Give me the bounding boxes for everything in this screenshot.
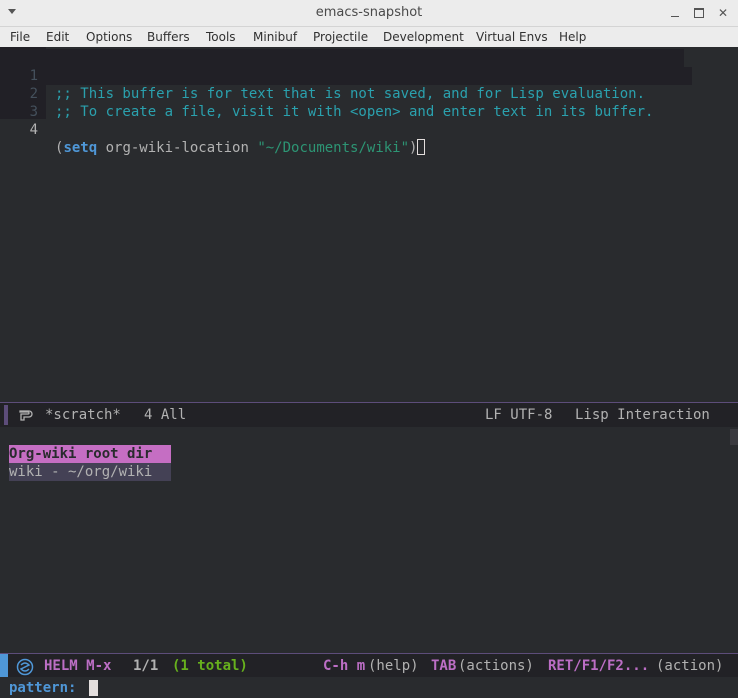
maximize-icon: [694, 8, 704, 18]
menu-bar: File Edit Options Buffers Tools Minibuf …: [0, 27, 738, 47]
setq-keyword: setq: [63, 140, 98, 156]
menu-options[interactable]: Options: [86, 27, 132, 47]
menu-edit[interactable]: Edit: [46, 27, 69, 47]
minibuffer-prompt: pattern:: [9, 680, 77, 696]
comment-highlight-band: [46, 67, 692, 85]
mode-line: *scratch* 4 All LF UTF-8 Lisp Interactio…: [0, 402, 738, 428]
variable-name: org-wiki-location: [97, 140, 258, 156]
menu-file[interactable]: File: [10, 27, 30, 47]
maximize-button[interactable]: [691, 5, 707, 21]
spacemacs-logo-icon: [16, 658, 34, 676]
buffer-position: 4 All: [144, 407, 187, 423]
menu-minibuf[interactable]: Minibuf: [253, 27, 297, 47]
editor-buffer[interactable]: 1 ;; This buffer is for text that is not…: [0, 47, 738, 402]
close-icon: ✕: [717, 6, 729, 20]
ret-key: RET/F1/F2...: [548, 658, 650, 674]
major-mode[interactable]: Lisp Interaction: [575, 406, 710, 424]
line-number: 4: [29, 122, 38, 138]
close-paren: ): [409, 140, 418, 156]
string-literal: "~/Documents/wiki": [257, 140, 410, 156]
scrollbar[interactable]: [730, 429, 738, 445]
ret-label: (action): [656, 658, 724, 674]
text-cursor: [417, 139, 426, 155]
spacemacs-hand-icon: [19, 410, 33, 421]
code-line: 4 (setq org-wiki-location "~/Documents/w…: [0, 103, 426, 156]
help-label: (help): [368, 658, 419, 674]
mode-line-accent: [4, 405, 8, 425]
menu-help[interactable]: Help: [559, 27, 586, 47]
helm-candidate[interactable]: wiki - ~/org/wiki: [9, 463, 171, 481]
comment-text: ;; This buffer is for text that is not s…: [55, 86, 646, 102]
encoding-indicator[interactable]: LF UTF-8: [485, 406, 552, 424]
helm-total: (1 total): [172, 658, 248, 674]
helm-mode-line-accent: [0, 654, 8, 678]
helm-name: HELM M-x: [44, 658, 112, 674]
helm-count: 1/1: [133, 658, 159, 674]
tab-label: (actions): [458, 658, 534, 674]
helm-mode-line: HELM M-x 1/1 (1 total) C-h m (help) TAB …: [0, 653, 738, 678]
code-line: 1 ;; This buffer is for text that is not…: [0, 49, 645, 102]
comment-text: ;; To create a file, visit it with <open…: [55, 104, 654, 120]
menu-tools[interactable]: Tools: [206, 27, 236, 47]
minibuffer-cursor: [89, 680, 98, 696]
menu-virtual-envs[interactable]: Virtual Envs: [476, 27, 548, 47]
helm-source-header: Org-wiki root dir: [9, 445, 171, 463]
menu-buffers[interactable]: Buffers: [147, 27, 190, 47]
window-title: emacs-snapshot: [315, 5, 423, 20]
helm-buffer: Org-wiki root dir wiki - ~/org/wiki: [0, 427, 738, 652]
minimize-button[interactable]: [667, 5, 683, 21]
buffer-name[interactable]: *scratch*: [45, 406, 121, 424]
comment-highlight-band: [46, 49, 684, 67]
help-key: C-h m: [323, 658, 366, 674]
emacs-window: emacs-snapshot ✕ File Edit Options Buffe…: [0, 0, 738, 698]
code-line: 2 ;; To create a file, visit it with <op…: [0, 67, 654, 120]
title-bar[interactable]: emacs-snapshot ✕: [0, 0, 738, 27]
menu-projectile[interactable]: Projectile: [313, 27, 368, 47]
menu-development[interactable]: Development: [383, 27, 464, 47]
tab-key: TAB: [431, 658, 457, 674]
close-button[interactable]: ✕: [715, 5, 731, 21]
code-line: 3: [0, 85, 51, 120]
minibuffer[interactable]: pattern:: [0, 677, 738, 698]
minimize-icon: [671, 16, 679, 17]
setq-expression: (setq org-wiki-location "~/Documents/wik…: [55, 139, 426, 157]
